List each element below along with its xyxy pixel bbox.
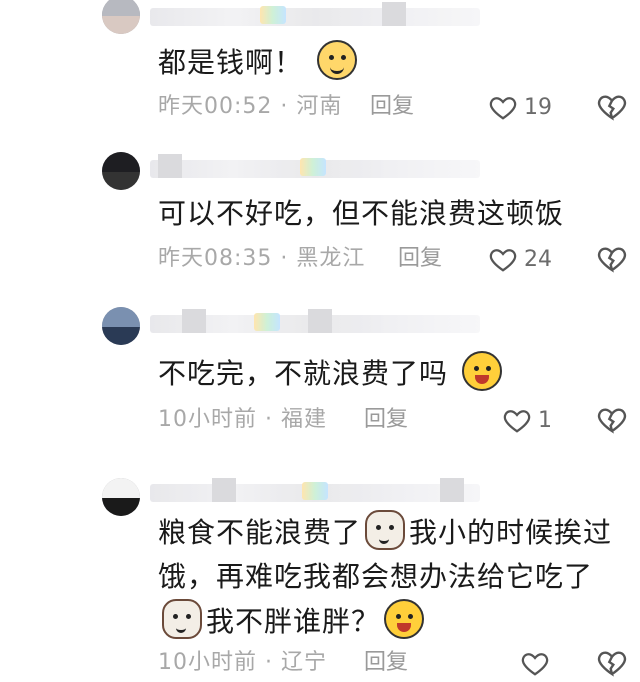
smile-tear-emoji xyxy=(316,40,357,80)
like-count: 24 xyxy=(524,246,552,272)
timestamp-location: 10小时前 · 福建 xyxy=(158,407,327,432)
comment-text: 粮食不能浪费了 我小的时候挨过饿，再难吃我都会想办法给它吃了 我不胖谁胖？ xyxy=(158,510,628,644)
dislike-button[interactable] xyxy=(596,242,628,274)
laughing-tears-emoji xyxy=(384,599,425,639)
comment-body: 我不胖谁胖？ xyxy=(206,605,381,638)
comment-body: 不吃完，不就浪费了吗 xyxy=(158,357,449,390)
like-button[interactable]: 1 xyxy=(502,403,552,437)
username-redacted[interactable] xyxy=(150,154,480,178)
heart-outline-icon xyxy=(521,653,549,676)
dislike-button[interactable] xyxy=(596,403,628,435)
reply-button[interactable]: 回复 xyxy=(370,90,414,124)
cat-emoji xyxy=(365,510,406,550)
like-button[interactable]: 24 xyxy=(488,242,552,276)
timestamp-location: 昨天08:35 · 黑龙江 xyxy=(158,246,366,271)
heart-outline-icon xyxy=(503,410,531,433)
like-count: 1 xyxy=(538,407,552,433)
avatar[interactable] xyxy=(102,152,140,190)
heart-outline-icon xyxy=(489,249,517,272)
comment-body: 粮食不能浪费了 xyxy=(158,516,362,549)
comment-meta: 昨天08:35 · 黑龙江 回复 xyxy=(158,242,628,276)
reply-button[interactable]: 回复 xyxy=(364,403,408,437)
dislike-button[interactable] xyxy=(596,646,628,678)
comment-text: 都是钱啊！ xyxy=(158,40,628,85)
avatar[interactable] xyxy=(102,478,140,516)
reply-button[interactable]: 回复 xyxy=(398,242,442,276)
comment-body: 都是钱啊！ xyxy=(158,46,304,79)
username-redacted[interactable] xyxy=(150,2,480,26)
heart-outline-icon xyxy=(489,97,517,120)
comment-body: 可以不好吃，但不能浪费这顿饭 xyxy=(158,197,565,230)
username-redacted[interactable] xyxy=(150,478,480,502)
comment-meta: 10小时前 · 福建 回复 xyxy=(158,403,628,437)
comment-text: 可以不好吃，但不能浪费这顿饭 xyxy=(158,192,628,236)
dislike-button[interactable] xyxy=(596,90,628,122)
timestamp-location: 昨天00:52 · 河南 xyxy=(158,94,343,119)
avatar[interactable] xyxy=(102,0,140,34)
comment-text: 不吃完，不就浪费了吗 xyxy=(158,351,628,396)
like-count: 19 xyxy=(524,94,552,120)
comment-meta: 昨天00:52 · 河南 回复 xyxy=(158,90,628,124)
broken-heart-icon xyxy=(597,247,627,273)
broken-heart-icon xyxy=(597,651,627,677)
username-redacted[interactable] xyxy=(150,309,480,333)
broken-heart-icon xyxy=(597,408,627,434)
like-button[interactable]: 19 xyxy=(488,90,552,124)
cat-emoji xyxy=(162,599,202,639)
broken-heart-icon xyxy=(597,95,627,121)
avatar[interactable] xyxy=(102,307,140,345)
laughing-tears-emoji xyxy=(461,351,502,391)
